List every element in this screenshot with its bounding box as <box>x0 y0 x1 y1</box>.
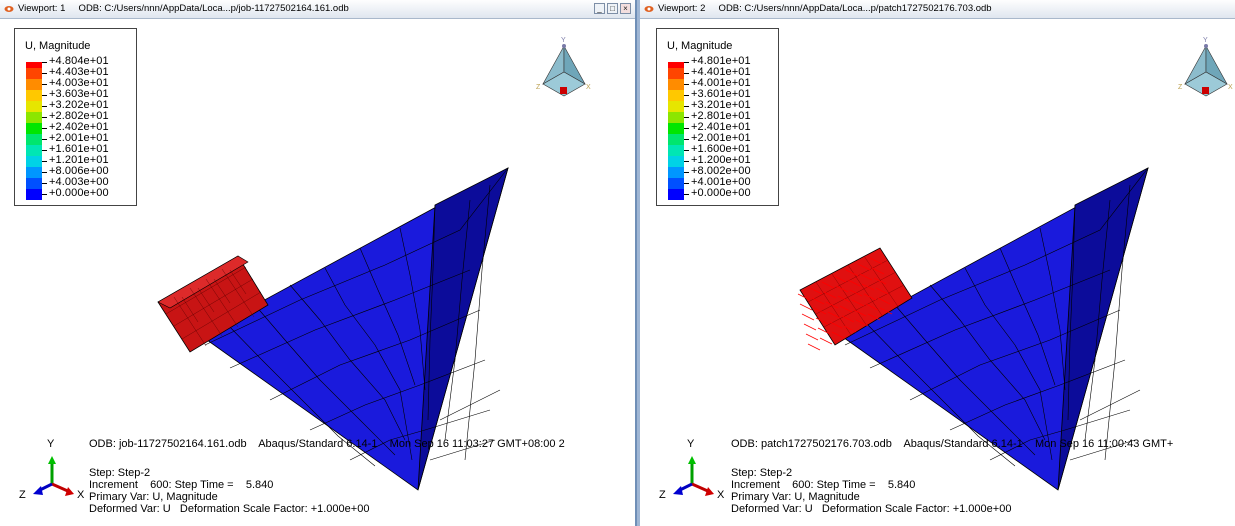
load-arrow <box>819 337 833 345</box>
primary-var-label: Primary Var: U, Magnitude <box>89 491 218 503</box>
deformed-var-label: Deformed Var: U Deformation Scale Factor… <box>731 503 1012 515</box>
triad-z-label: Z <box>19 489 26 501</box>
legend-swatch <box>26 145 42 156</box>
legend-swatch <box>668 79 684 90</box>
triad-x-label: X <box>717 489 725 501</box>
triad-y-label: Y <box>687 438 695 450</box>
legend-swatch <box>26 112 42 123</box>
legend-swatch <box>668 156 684 167</box>
view-cube-icon[interactable]: Y Z X <box>1178 37 1233 97</box>
legend-value: +0.000e+00 <box>691 187 751 199</box>
legend-swatch <box>668 68 684 79</box>
legend-value: +0.000e+00 <box>49 187 109 199</box>
legend-tick <box>684 194 689 195</box>
legend-swatch <box>26 167 42 178</box>
increment-label: Increment 600: Step Time = 5.840 <box>89 479 274 491</box>
legend-tick <box>42 183 47 184</box>
legend-swatch <box>26 123 42 134</box>
legend-tick <box>684 73 689 74</box>
load-arrow <box>807 343 821 351</box>
contour-legend-1: U, Magnitude +4.804e+01 +4.403e+01 +4.003e… <box>14 28 137 206</box>
legend-tick <box>684 161 689 162</box>
legend-swatch <box>668 167 684 178</box>
svg-text:Y: Y <box>561 37 566 44</box>
viewport-2[interactable]: Viewport: 2 ODB: C:/Users/nnn/AppData/Lo… <box>640 0 1235 526</box>
svg-text:Z: Z <box>1178 84 1183 91</box>
legend-tick <box>684 128 689 129</box>
legend-tick <box>684 139 689 140</box>
step-label: Step: Step-2 <box>89 467 151 479</box>
legend-swatch <box>668 134 684 145</box>
svg-text:X: X <box>586 84 591 91</box>
legend-swatch <box>668 112 684 123</box>
legend-swatch <box>668 101 684 112</box>
svg-text:Z: Z <box>536 84 541 91</box>
legend-tick <box>42 128 47 129</box>
legend-tick <box>42 150 47 151</box>
legend-tick <box>42 95 47 96</box>
legend-tick <box>684 106 689 107</box>
legend-tick <box>684 183 689 184</box>
legend-tick <box>684 84 689 85</box>
view-cube-icon[interactable]: Y Z X <box>536 37 591 97</box>
legend-swatch <box>26 134 42 145</box>
legend-swatch <box>668 90 684 101</box>
legend-title: U, Magnitude <box>25 40 91 52</box>
legend-tick <box>684 62 689 63</box>
legend-swatch <box>668 145 684 156</box>
svg-text:Y: Y <box>1203 37 1208 44</box>
legend-swatch <box>26 189 42 200</box>
legend-swatch <box>668 189 684 200</box>
legend-swatch <box>26 178 42 189</box>
legend-tick <box>42 84 47 85</box>
triad-x-label: X <box>77 489 85 501</box>
legend-tick <box>42 161 47 162</box>
legend-swatch <box>26 156 42 167</box>
load-arrow <box>805 333 819 341</box>
legend-tick <box>42 172 47 173</box>
odb-info-line: ODB: patch1727502176.703.odb Abaqus/Stan… <box>731 438 1174 450</box>
legend-title: U, Magnitude <box>667 40 733 52</box>
triad-y-label: Y <box>47 438 55 450</box>
legend-swatch <box>26 90 42 101</box>
legend-swatch <box>26 79 42 90</box>
legend-swatch <box>26 68 42 79</box>
contour-legend-2: U, Magnitude +4.801e+01 +4.401e+01 +4.001e… <box>656 28 779 206</box>
legend-tick <box>684 117 689 118</box>
viewport-1[interactable]: Viewport: 1 ODB: C:/Users/nnn/AppData/Lo… <box>0 0 637 526</box>
legend-tick <box>42 139 47 140</box>
load-arrow <box>803 323 817 331</box>
legend-tick <box>42 106 47 107</box>
legend-swatch <box>668 178 684 189</box>
primary-var-label: Primary Var: U, Magnitude <box>731 491 860 503</box>
svg-text:X: X <box>1228 84 1233 91</box>
deformed-var-label: Deformed Var: U Deformation Scale Factor… <box>89 503 370 515</box>
legend-tick <box>684 172 689 173</box>
odb-info-line: ODB: job-11727502164.161.odb Abaqus/Stan… <box>89 438 565 450</box>
legend-tick <box>42 62 47 63</box>
legend-tick <box>42 73 47 74</box>
legend-swatch <box>26 101 42 112</box>
legend-tick <box>684 150 689 151</box>
legend-swatch <box>668 123 684 134</box>
axis-triad-icon <box>673 456 714 496</box>
legend-tick <box>684 95 689 96</box>
load-arrow <box>801 313 815 321</box>
legend-tick <box>42 117 47 118</box>
increment-label: Increment 600: Step Time = 5.840 <box>731 479 916 491</box>
step-label: Step: Step-2 <box>731 467 793 479</box>
legend-tick <box>42 194 47 195</box>
axis-triad-icon <box>33 456 74 496</box>
triad-z-label: Z <box>659 489 666 501</box>
